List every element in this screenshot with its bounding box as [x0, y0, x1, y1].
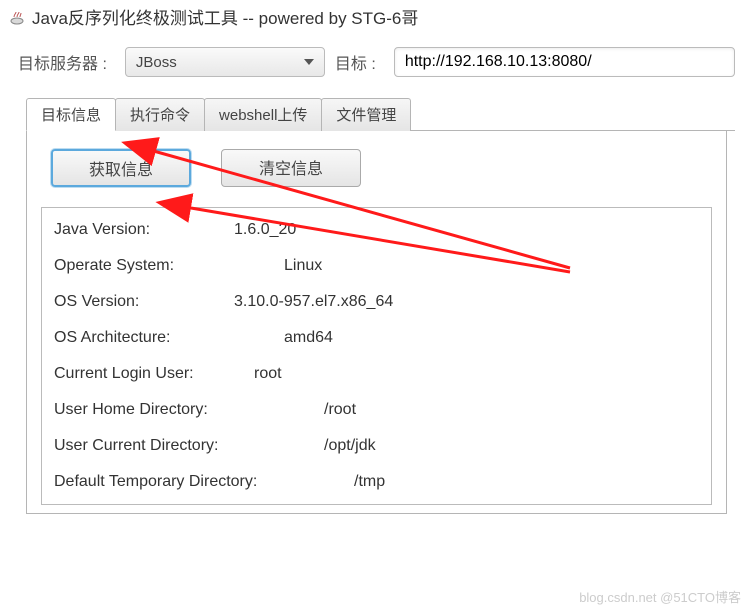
toolbar: 目标服务器 : JBoss 目标 :: [0, 33, 753, 85]
info-row-java-version: Java Version: 1.6.0_20: [42, 212, 711, 248]
info-key: Operate System:: [54, 257, 284, 275]
info-row-os: Operate System: Linux: [42, 248, 711, 284]
info-row-current-dir: User Current Directory: /opt/jdk: [42, 428, 711, 464]
window-titlebar: Java反序列化终极测试工具 -- powered by STG-6哥: [0, 0, 753, 33]
fetch-info-button[interactable]: 获取信息: [51, 149, 191, 187]
info-key: User Current Directory:: [54, 437, 324, 455]
info-key: OS Architecture:: [54, 329, 284, 347]
clear-info-button[interactable]: 清空信息: [221, 149, 361, 187]
tab-target-info[interactable]: 目标信息: [26, 98, 116, 131]
info-row-home-dir: User Home Directory: /root: [42, 392, 711, 428]
info-row-tmp-dir: Default Temporary Directory: /tmp: [42, 464, 711, 500]
info-value: amd64: [284, 329, 333, 347]
tab-panel-target-info: 获取信息 清空信息 Java Version: 1.6.0_20 Operate…: [26, 131, 727, 514]
tab-file-manager[interactable]: 文件管理: [321, 98, 411, 131]
info-value: root: [254, 365, 282, 383]
info-value: /opt/jdk: [324, 437, 376, 455]
tab-exec-cmd[interactable]: 执行命令: [115, 98, 205, 131]
target-label: 目标 :: [335, 50, 376, 74]
info-key: Current Login User:: [54, 365, 254, 383]
info-row-os-arch: OS Architecture: amd64: [42, 320, 711, 356]
info-output-box: Java Version: 1.6.0_20 Operate System: L…: [41, 207, 712, 505]
info-value: 1.6.0_20: [234, 221, 296, 239]
tabs-area: 目标信息 执行命令 webshell上传 文件管理 获取信息 清空信息 Java…: [18, 97, 735, 514]
target-url-input[interactable]: [394, 47, 735, 77]
app-icon: [8, 8, 26, 26]
info-value: Linux: [284, 257, 322, 275]
chevron-down-icon: [304, 59, 314, 65]
info-value: /tmp: [354, 473, 385, 491]
tab-bar: 目标信息 执行命令 webshell上传 文件管理: [26, 97, 735, 131]
info-key: Default Temporary Directory:: [54, 473, 354, 491]
server-select-value: JBoss: [136, 54, 304, 71]
window-title: Java反序列化终极测试工具 -- powered by STG-6哥: [32, 4, 418, 29]
watermark: blog.csdn.net @51CTO博客: [579, 587, 741, 606]
info-row-login-user: Current Login User: root: [42, 356, 711, 392]
info-key: OS Version:: [54, 293, 234, 311]
info-key: Java Version:: [54, 221, 234, 239]
info-value: 3.10.0-957.el7.x86_64: [234, 293, 393, 311]
info-key: User Home Directory:: [54, 401, 324, 419]
action-button-row: 获取信息 清空信息: [41, 149, 712, 187]
info-row-os-version: OS Version: 3.10.0-957.el7.x86_64: [42, 284, 711, 320]
server-select[interactable]: JBoss: [125, 47, 325, 77]
info-value: /root: [324, 401, 356, 419]
server-label: 目标服务器 :: [18, 50, 107, 74]
tab-webshell-upload[interactable]: webshell上传: [204, 98, 322, 131]
